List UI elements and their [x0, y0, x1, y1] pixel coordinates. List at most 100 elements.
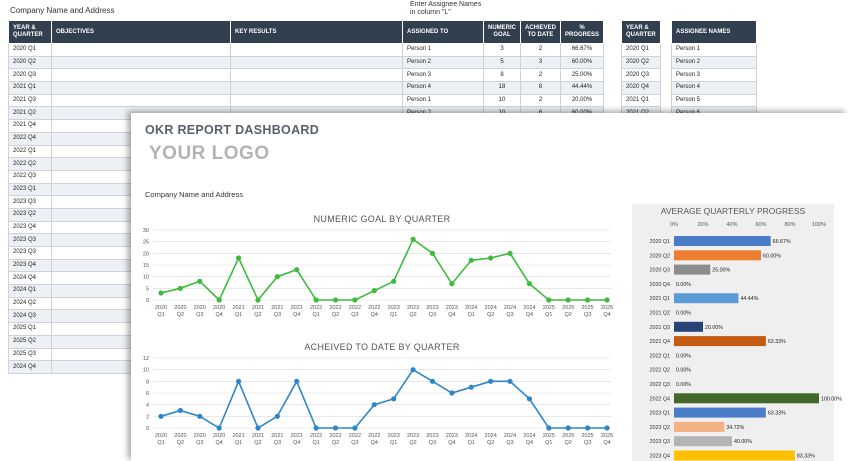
cell-progress[interactable]: 20.00% [560, 93, 605, 108]
average-quarterly-progress-chart: AVERAGE QUARTERLY PROGRESS 0% 20% 40% 60% 80%… [650, 206, 842, 461]
col-numeric-goal[interactable]: NUMERIC GOAL [483, 20, 521, 44]
cell-key-result[interactable] [230, 55, 403, 70]
cell-key-result[interactable] [230, 81, 403, 95]
col-objectives[interactable]: OBJECTIVES [51, 20, 231, 44]
list-item: Person 1 [671, 43, 757, 57]
cell-year-quarter[interactable]: 2020 Q1 [8, 43, 52, 57]
cell-year-quarter[interactable]: 2022 Q1 [8, 144, 52, 159]
cell-progress[interactable]: 44.44% [560, 81, 605, 95]
x-tick-label: Q3 [196, 312, 203, 318]
x-tick-label: 2023 [446, 433, 458, 439]
cell-year-quarter-option[interactable]: 2020 Q3 [621, 68, 661, 83]
cell-year-quarter[interactable]: 2024 Q2 [8, 296, 52, 311]
x-tick-label: Q4 [448, 440, 455, 446]
cell-assigned-to[interactable]: Person 1 [402, 93, 484, 108]
cell-assigned-to[interactable]: Person 2 [402, 55, 484, 70]
col-progress[interactable]: % PROGRESS [560, 20, 605, 44]
category-label: 2021 Q1 [650, 296, 670, 302]
x-tick-label: Q2 [332, 312, 339, 318]
cell-year-quarter[interactable]: 2020 Q3 [8, 68, 52, 83]
average-quarterly-progress-panel[interactable]: AVERAGE QUARTERLY PROGRESS 0% 20% 40% 60% 80%… [632, 204, 842, 461]
x-tick-label: Q2 [565, 440, 572, 446]
cell-year-quarter[interactable]: 2025 Q3 [8, 347, 52, 362]
x-tick-label: 2021 [232, 305, 244, 311]
cell-progress[interactable]: 66.67% [560, 43, 605, 57]
cell-year-quarter[interactable]: 2023 Q4 [8, 220, 52, 235]
cell-year-quarter[interactable]: 2022 Q2 [8, 157, 52, 171]
x-tick-label: 2020 [213, 433, 225, 439]
x-tick-label: 2025 [543, 305, 555, 311]
cell-year-quarter[interactable]: 2024 Q4 [8, 271, 52, 286]
cell-key-result[interactable] [230, 68, 403, 83]
cell-year-quarter-option[interactable]: 2021 Q1 [621, 93, 661, 108]
cell-numeric-goal[interactable]: 5 [483, 55, 521, 70]
data-point [235, 378, 242, 384]
cell-year-quarter-option[interactable]: 2020 Q4 [621, 81, 661, 95]
x-tick-label: 2023 [426, 433, 438, 439]
cell-assignee-name[interactable]: Person 4 [671, 81, 757, 95]
cell-year-quarter[interactable]: 2024 Q4 [8, 360, 52, 374]
category-label: 2021 Q3 [650, 325, 670, 331]
col-key-results[interactable]: KEY RESULTS [230, 20, 403, 44]
cell-year-quarter[interactable]: 2021 Q2 [8, 106, 52, 121]
cell-objective[interactable] [51, 43, 231, 57]
category-label: 2020 Q1 [650, 239, 670, 245]
x-tick-label: Q4 [603, 312, 610, 318]
cell-progress[interactable]: 60.00% [560, 55, 605, 70]
cell-achieved[interactable]: 8 [519, 81, 562, 95]
cell-year-quarter[interactable]: 2022 Q3 [8, 169, 52, 184]
cell-year-quarter[interactable]: 2023 Q3 [8, 195, 52, 209]
y-tick-label: 0 [146, 426, 149, 432]
cell-objective[interactable] [51, 68, 231, 83]
chart-title: ACHEIVED TO DATE BY QUARTER [304, 342, 460, 352]
cell-objective[interactable] [51, 55, 231, 70]
cell-numeric-goal[interactable]: 10 [483, 93, 521, 108]
y-tick-label: 8 [146, 379, 149, 385]
cell-progress[interactable]: 25.00% [560, 68, 605, 83]
x-tick-label: 20% [697, 222, 708, 228]
cell-achieved[interactable]: 3 [519, 55, 562, 70]
cell-achieved[interactable]: 2 [519, 43, 562, 57]
numeric-goal-chart[interactable]: NUMERIC GOAL BY QUARTER0510152025302020Q… [131, 208, 631, 330]
cell-achieved[interactable]: 2 [519, 93, 562, 108]
cell-assigned-to[interactable]: Person 1 [402, 43, 484, 57]
cell-year-quarter[interactable]: 2025 Q1 [8, 322, 52, 336]
cell-numeric-goal[interactable]: 8 [483, 68, 521, 83]
cell-assigned-to[interactable]: Person 4 [402, 81, 484, 95]
cell-year-quarter-option[interactable]: 2020 Q1 [621, 43, 661, 57]
cell-year-quarter[interactable]: 2024 Q3 [8, 309, 52, 324]
cell-objective[interactable] [51, 81, 231, 95]
cell-assignee-name[interactable]: Person 1 [671, 43, 757, 57]
cell-objective[interactable] [51, 93, 231, 108]
cell-year-quarter[interactable]: 2023 Q1 [8, 182, 52, 197]
cell-year-quarter[interactable]: 2022 Q4 [8, 131, 52, 146]
cell-assignee-name[interactable]: Person 5 [671, 93, 757, 108]
col-assignee-names[interactable]: ASSIGNEE NAMES [671, 20, 757, 44]
col-year-quarter-list[interactable]: YEAR & QUARTER [621, 20, 661, 44]
cell-key-result[interactable] [230, 43, 403, 57]
col-year-quarter[interactable]: YEAR & QUARTER [8, 20, 52, 44]
col-assigned-to[interactable]: ASSIGNED TO [402, 20, 484, 44]
cell-assignee-name[interactable]: Person 2 [671, 55, 757, 70]
col-achieved-to-date[interactable]: ACHIEVED TO DATE [519, 20, 562, 44]
cell-year-quarter[interactable]: 2024 Q1 [8, 284, 52, 298]
cell-year-quarter[interactable]: 2021 Q4 [8, 119, 52, 133]
cell-numeric-goal[interactable]: 18 [483, 81, 521, 95]
cell-year-quarter[interactable]: 2023 Q2 [8, 207, 52, 222]
cell-key-result[interactable] [230, 93, 403, 108]
cell-year-quarter-option[interactable]: 2020 Q2 [621, 55, 661, 70]
cell-year-quarter[interactable]: 2021 Q3 [8, 93, 52, 108]
cell-year-quarter[interactable]: 2023 Q3 [8, 246, 52, 260]
achieved-to-date-chart[interactable]: ACHEIVED TO DATE BY QUARTER 0 2 4 6 8 10 12 2020… [131, 336, 631, 461]
cell-year-quarter[interactable]: 2023 Q4 [8, 258, 52, 273]
cell-year-quarter[interactable]: 2020 Q2 [8, 55, 52, 70]
x-tick-label: 2020 [155, 433, 167, 439]
cell-achieved[interactable]: 2 [519, 68, 562, 83]
cell-year-quarter[interactable]: 2023 Q3 [8, 233, 52, 247]
cell-year-quarter[interactable]: 2025 Q2 [8, 334, 52, 349]
cell-assignee-name[interactable]: Person 3 [671, 68, 757, 83]
cell-numeric-goal[interactable]: 3 [483, 43, 521, 57]
logo-placeholder[interactable]: YOUR LOGO [149, 143, 270, 165]
cell-year-quarter[interactable]: 2021 Q1 [8, 81, 52, 95]
cell-assigned-to[interactable]: Person 3 [402, 68, 484, 83]
